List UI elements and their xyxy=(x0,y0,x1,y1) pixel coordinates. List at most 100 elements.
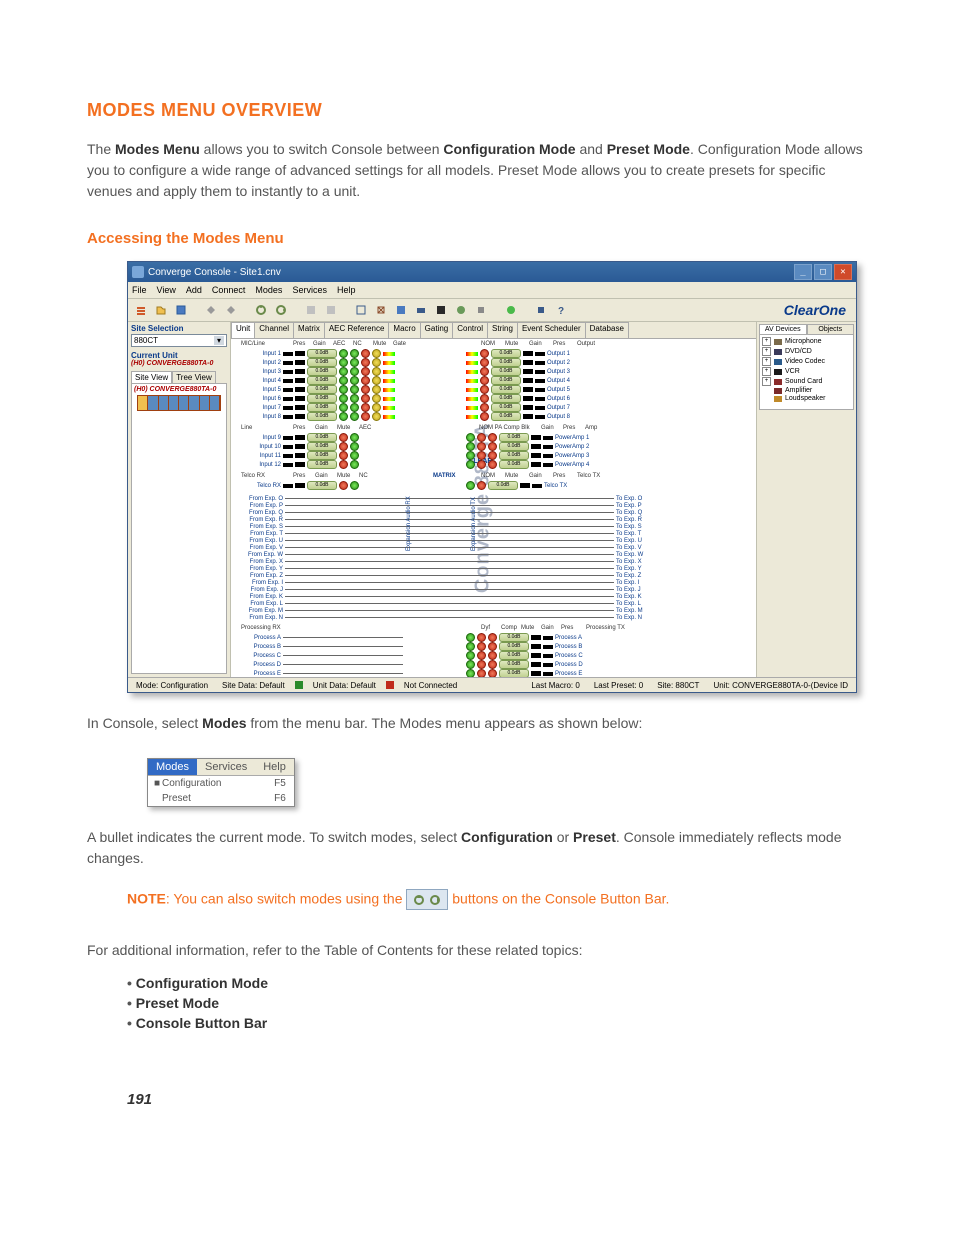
menu-item[interactable]: Services xyxy=(197,759,255,775)
menu-item[interactable]: Services xyxy=(292,285,327,295)
toolbar-icon[interactable] xyxy=(452,301,470,319)
device-item[interactable]: +VCR xyxy=(762,367,851,376)
menu-item[interactable]: File xyxy=(132,285,147,295)
channel-tab[interactable]: Event Scheduler xyxy=(517,322,586,338)
channel-tab[interactable]: Unit xyxy=(231,322,255,338)
input-row: Input 70.0dB xyxy=(241,403,395,412)
brand-logo: ClearOne xyxy=(784,302,852,318)
menu-item[interactable]: Help xyxy=(337,285,356,295)
dropdown-item[interactable]: PresetF6 xyxy=(148,791,294,806)
input-row: Input 30.0dB xyxy=(241,367,395,376)
toolbar-icon[interactable] xyxy=(472,301,490,319)
toolbar-icon[interactable] xyxy=(322,301,340,319)
toolbar-icon[interactable] xyxy=(392,301,410,319)
device-item[interactable]: +Video Codec xyxy=(762,357,851,366)
input-row: Input 80.0dB xyxy=(241,412,395,421)
chevron-down-icon: ▾ xyxy=(214,336,224,345)
right-panel: AV DevicesObjects +Microphone+DVD/CD+Vid… xyxy=(756,322,856,677)
channel-tab[interactable]: Gating xyxy=(420,322,454,338)
intro-paragraph: The Modes Menu allows you to switch Cons… xyxy=(87,139,867,202)
page-heading: MODES MENU OVERVIEW xyxy=(87,100,867,121)
right-panel-tab[interactable]: AV Devices xyxy=(759,324,807,335)
device-item[interactable]: +DVD/CD xyxy=(762,347,851,356)
toolbar-icon[interactable] xyxy=(502,301,520,319)
app-icon xyxy=(132,266,144,278)
channel-tab[interactable]: Matrix xyxy=(293,322,325,338)
input-row: Input 40.0dB xyxy=(241,376,395,385)
note-block: NOTE: You can also switch modes using th… xyxy=(127,889,867,910)
toolbar-icon[interactable] xyxy=(352,301,370,319)
left-panel: Site Selection 880CT▾ Current Unit (H0) … xyxy=(128,322,231,677)
menu-item[interactable]: View xyxy=(157,285,176,295)
device-item[interactable]: +Microphone xyxy=(762,337,851,346)
output-row: 0.0dBOutput 3 xyxy=(466,367,587,376)
subheading: Accessing the Modes Menu xyxy=(87,230,867,247)
mode-buttons-inline-icon xyxy=(406,889,448,910)
channel-tab[interactable]: Control xyxy=(452,322,488,338)
svg-text:?: ? xyxy=(558,306,564,316)
instruction-paragraph: In Console, select Modes from the menu b… xyxy=(87,713,867,734)
mode-switch-paragraph: A bullet indicates the current mode. To … xyxy=(87,827,867,869)
menu-item[interactable]: Modes xyxy=(255,285,282,295)
site-selection-label: Site Selection xyxy=(131,324,227,333)
mode-preset-icon[interactable] xyxy=(272,301,290,319)
menu-item[interactable]: Add xyxy=(186,285,202,295)
toolbar-icon[interactable] xyxy=(372,301,390,319)
site-selection-dropdown[interactable]: 880CT▾ xyxy=(131,334,227,347)
toolbar-icon[interactable] xyxy=(222,301,240,319)
right-panel-tab[interactable]: Objects xyxy=(807,324,855,335)
modes-menu-screenshot: ModesServicesHelp ■ConfigurationF5Preset… xyxy=(147,758,295,807)
menu-item[interactable]: Help xyxy=(255,759,294,775)
tree-item[interactable]: (H0) CONVERGE880TA-0 xyxy=(134,386,224,393)
toolbar-icon[interactable] xyxy=(132,301,150,319)
output-row: 0.0dBOutput 4 xyxy=(466,376,587,385)
toolbar: ? ClearOne xyxy=(128,299,856,322)
current-unit-value: (H0) CONVERGE880TA-0 xyxy=(131,360,227,367)
toolbar-icon[interactable] xyxy=(532,301,550,319)
channel-tab[interactable]: Database xyxy=(585,322,629,338)
input-row: Input 20.0dB xyxy=(241,358,395,367)
window-titlebar: Converge Console - Site1.cnv _ □ ✕ xyxy=(128,262,856,282)
view-tab[interactable]: Tree View xyxy=(172,371,216,383)
menu-item[interactable]: Connect xyxy=(212,285,246,295)
view-tab[interactable]: Site View xyxy=(131,371,172,383)
mode-config-icon[interactable] xyxy=(252,301,270,319)
device-item[interactable]: Loudspeaker xyxy=(762,395,851,402)
page-number: 191 xyxy=(87,1091,867,1108)
channel-tab[interactable]: AEC Reference xyxy=(324,322,390,338)
console-screenshot: Converge Console - Site1.cnv _ □ ✕ File V… xyxy=(127,261,857,693)
help-icon[interactable]: ? xyxy=(552,301,570,319)
maximize-button[interactable]: □ xyxy=(814,264,832,280)
output-row: 0.0dBOutput 1 xyxy=(466,349,587,358)
channel-tab[interactable]: Macro xyxy=(388,322,420,338)
channel-tab[interactable]: String xyxy=(487,322,518,338)
input-row: Input 60.0dB xyxy=(241,394,395,403)
input-row: Input 50.0dB xyxy=(241,385,395,394)
output-row: 0.0dBOutput 8 xyxy=(466,412,587,421)
toolbar-icon[interactable] xyxy=(432,301,450,319)
dropdown-item[interactable]: ■ConfigurationF5 xyxy=(148,776,294,791)
channel-tab[interactable]: Channel xyxy=(254,322,294,338)
related-topic: Configuration Mode xyxy=(127,975,867,991)
toolbar-icon[interactable] xyxy=(172,301,190,319)
unit-iconstrip xyxy=(137,395,221,411)
close-button[interactable]: ✕ xyxy=(834,264,852,280)
toolbar-icon[interactable] xyxy=(152,301,170,319)
related-topic: Preset Mode xyxy=(127,995,867,1011)
menu-item[interactable]: Modes xyxy=(148,759,197,775)
output-row: 0.0dBOutput 5 xyxy=(466,385,587,394)
center-panel: UnitChannelMatrixAEC ReferenceMacroGatin… xyxy=(231,322,756,677)
current-unit-label: Current Unit xyxy=(131,351,227,360)
output-row: 0.0dBOutput 2 xyxy=(466,358,587,367)
input-row: Input 10.0dB xyxy=(241,349,395,358)
device-list: +Microphone+DVD/CD+Video Codec+VCR+Sound… xyxy=(759,334,854,410)
device-item[interactable]: +Sound Card xyxy=(762,377,851,386)
device-item[interactable]: Amplifier xyxy=(762,387,851,394)
output-row: 0.0dBOutput 6 xyxy=(466,394,587,403)
toolbar-icon[interactable] xyxy=(202,301,220,319)
minimize-button[interactable]: _ xyxy=(794,264,812,280)
toolbar-icon[interactable] xyxy=(412,301,430,319)
status-bar: Mode: Configuration Site Data: Default U… xyxy=(128,677,856,692)
toolbar-icon[interactable] xyxy=(302,301,320,319)
related-topics-list: Configuration ModePreset ModeConsole But… xyxy=(87,975,867,1031)
